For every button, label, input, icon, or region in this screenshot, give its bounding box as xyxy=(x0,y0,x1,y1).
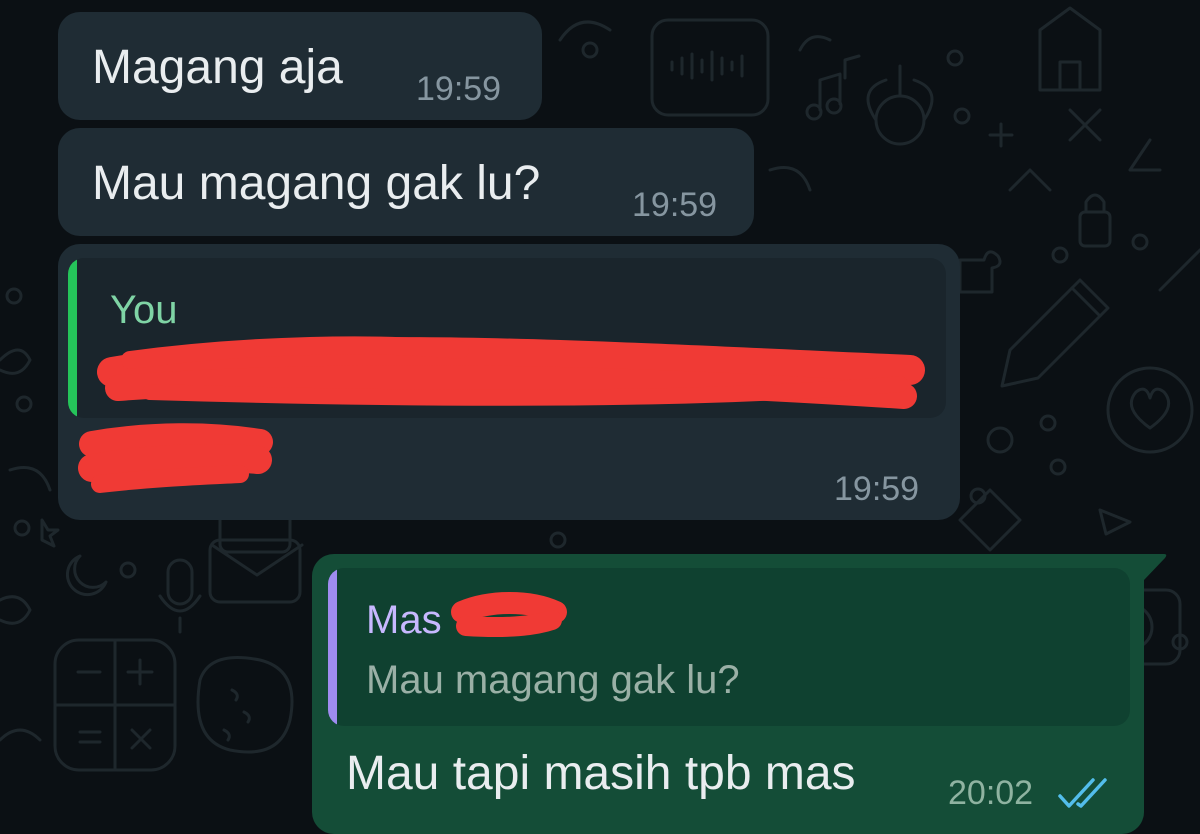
incoming-message-bubble[interactable]: Mau magang gak lu? 19:59 xyxy=(58,128,754,236)
quote-author: You xyxy=(110,288,178,332)
quoted-message[interactable]: You xyxy=(68,258,946,418)
message-timestamp: 19:59 xyxy=(416,70,502,108)
message-text: Mau magang gak lu? xyxy=(92,157,541,210)
message-timestamp: 19:59 xyxy=(632,186,718,224)
quote-accent-bar xyxy=(68,258,77,418)
chat-area[interactable]: Magang aja 19:59 Mau magang gak lu? 19:5… xyxy=(0,0,1200,834)
message-text: Mau tapi masih tpb mas xyxy=(346,747,856,800)
message-timestamp: 20:02 xyxy=(948,774,1034,812)
quote-author: Mas xyxy=(366,598,442,642)
incoming-reply-bubble[interactable]: You 19:59 xyxy=(58,244,960,520)
message-text: Magang aja xyxy=(92,41,343,94)
bubble-tail xyxy=(1140,554,1168,580)
double-check-read-icon xyxy=(1056,776,1114,812)
quote-text: Mau magang gak lu? xyxy=(366,658,740,702)
message-timestamp: 19:59 xyxy=(834,470,920,508)
incoming-message-bubble[interactable]: Magang aja 19:59 xyxy=(58,12,542,120)
quote-accent-bar xyxy=(328,568,337,726)
outgoing-reply-bubble[interactable]: Mas Mau magang gak lu? Mau tapi masih tp… xyxy=(312,554,1144,834)
quoted-message[interactable]: Mas Mau magang gak lu? xyxy=(328,568,1130,726)
